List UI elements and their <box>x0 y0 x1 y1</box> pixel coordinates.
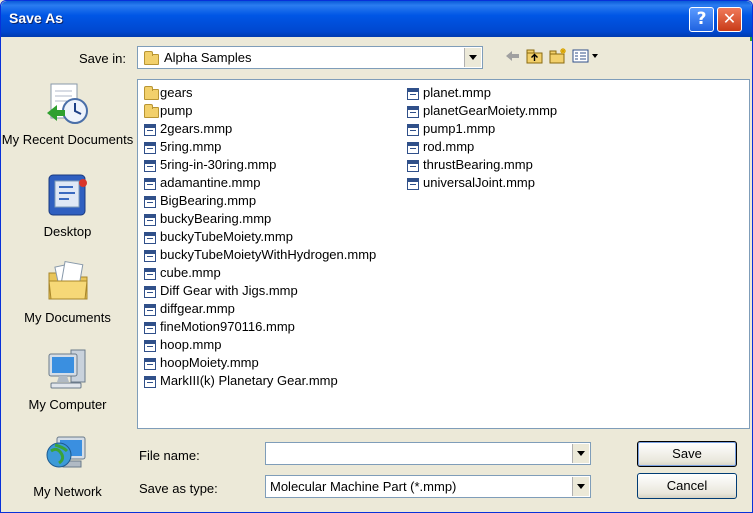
mmp-file-icon <box>144 268 156 280</box>
file-name-input[interactable] <box>265 442 591 465</box>
save-button[interactable]: Save <box>637 441 737 467</box>
save-as-type-dropdown[interactable]: Molecular Machine Part (*.mmp) <box>265 475 591 498</box>
file-name-text: planetGearMoiety.mmp <box>423 103 558 118</box>
folder-icon <box>144 86 159 100</box>
back-arrow-icon[interactable] <box>503 47 521 65</box>
file-name-text: pump1.mmp <box>423 121 496 136</box>
my-computer-icon <box>48 349 85 389</box>
mmp-file-icon <box>144 286 156 298</box>
save-as-type-label: Save as type: <box>139 481 218 496</box>
place-label: My Recent Documents <box>1 132 134 147</box>
views-menu-icon[interactable] <box>572 47 602 65</box>
save-in-dropdown[interactable]: Alpha Samples <box>137 46 483 69</box>
chevron-down-icon[interactable] <box>464 48 481 67</box>
place-label: Desktop <box>43 224 92 239</box>
file-list[interactable]: gears pump 2gears.mmp 5ring.mmp 5ring-in-30r… <box>137 79 750 429</box>
file-name-text: BigBearing.mmp <box>160 193 257 208</box>
mmp-file-icon <box>144 250 156 262</box>
file-name-text: rod.mmp <box>423 139 475 154</box>
file-name-text: thrustBearing.mmp <box>423 157 533 172</box>
recent-documents-icon <box>46 83 88 124</box>
place-label: My Network <box>33 484 102 499</box>
file-name-text: buckyTubeMoiety.mmp <box>160 229 293 244</box>
chevron-down-icon[interactable] <box>572 444 589 463</box>
file-name-text: gears <box>160 85 193 100</box>
places-bar: My Recent Documents Desktop My Documents <box>1 73 134 511</box>
folder-icon <box>144 104 159 118</box>
place-my-recent-documents[interactable]: My Recent Documents <box>1 81 134 147</box>
file-name-text: MarkIII(k) Planetary Gear.mmp <box>160 373 338 388</box>
mmp-file-icon <box>144 340 156 352</box>
place-desktop[interactable]: Desktop <box>1 173 134 239</box>
mmp-file-icon <box>144 322 156 334</box>
file-name-text: universalJoint.mmp <box>423 175 535 190</box>
mmp-file-icon <box>144 142 156 154</box>
folder-icon <box>144 51 159 65</box>
file-name-text: pump <box>160 103 193 118</box>
mmp-file-icon <box>144 232 156 244</box>
mmp-file-icon <box>407 124 419 136</box>
file-name-text: 5ring.mmp <box>160 139 222 154</box>
save-in-label: Save in: <box>79 51 126 66</box>
mmp-file-icon <box>144 124 156 136</box>
mmp-file-icon <box>407 178 419 190</box>
file-name-text: planet.mmp <box>423 85 491 100</box>
mmp-file-icon <box>407 88 419 100</box>
mmp-file-icon <box>144 196 156 208</box>
place-my-documents[interactable]: My Documents <box>1 259 134 325</box>
help-button[interactable]: ? <box>689 7 714 32</box>
cancel-button[interactable]: Cancel <box>637 473 737 499</box>
file-name-text: 2gears.mmp <box>160 121 233 136</box>
mmp-file-icon <box>144 214 156 226</box>
desktop-icon <box>48 174 87 216</box>
file-name-text: cube.mmp <box>160 265 221 280</box>
mmp-file-icon <box>144 178 156 190</box>
file-name-text: fineMotion970116.mmp <box>160 319 295 334</box>
mmp-file-icon <box>144 160 156 172</box>
my-network-icon <box>46 436 85 468</box>
file-name-text: 5ring-in-30ring.mmp <box>160 157 277 172</box>
place-label: My Documents <box>24 310 111 325</box>
dialog-title: Save As <box>9 10 63 26</box>
file-name-text: Diff Gear with Jigs.mmp <box>160 283 298 298</box>
title-bar[interactable]: Save As ? ✕ <box>1 1 752 37</box>
up-folder-icon[interactable] <box>525 47 545 65</box>
file-name-text: hoop.mmp <box>160 337 222 352</box>
my-documents-icon <box>47 261 88 300</box>
chevron-down-icon[interactable] <box>572 477 589 496</box>
save-in-value: Alpha Samples <box>164 50 252 65</box>
file-name-text: hoopMoiety.mmp <box>160 355 259 370</box>
mmp-file-icon <box>407 160 419 172</box>
save-as-dialog: Save As ? ✕ Save in: Alpha Samples My Re… <box>0 0 753 513</box>
new-folder-icon[interactable] <box>548 47 568 65</box>
file-name-label: File name: <box>139 448 200 463</box>
mmp-file-icon <box>144 376 156 388</box>
mmp-file-icon <box>144 358 156 370</box>
place-my-network[interactable]: My Network <box>1 433 134 499</box>
file-name-text: adamantine.mmp <box>160 175 261 190</box>
file-name-text: diffgear.mmp <box>160 301 235 316</box>
mmp-file-icon <box>407 106 419 118</box>
mmp-file-icon <box>144 304 156 316</box>
file-name-text: buckyBearing.mmp <box>160 211 272 226</box>
file-name-text: buckyTubeMoietyWithHydrogen.mmp <box>160 247 377 262</box>
save-as-type-value: Molecular Machine Part (*.mmp) <box>270 479 457 494</box>
place-label: My Computer <box>28 397 107 412</box>
mmp-file-icon <box>407 142 419 154</box>
place-my-computer[interactable]: My Computer <box>1 346 134 412</box>
close-button[interactable]: ✕ <box>717 7 742 32</box>
